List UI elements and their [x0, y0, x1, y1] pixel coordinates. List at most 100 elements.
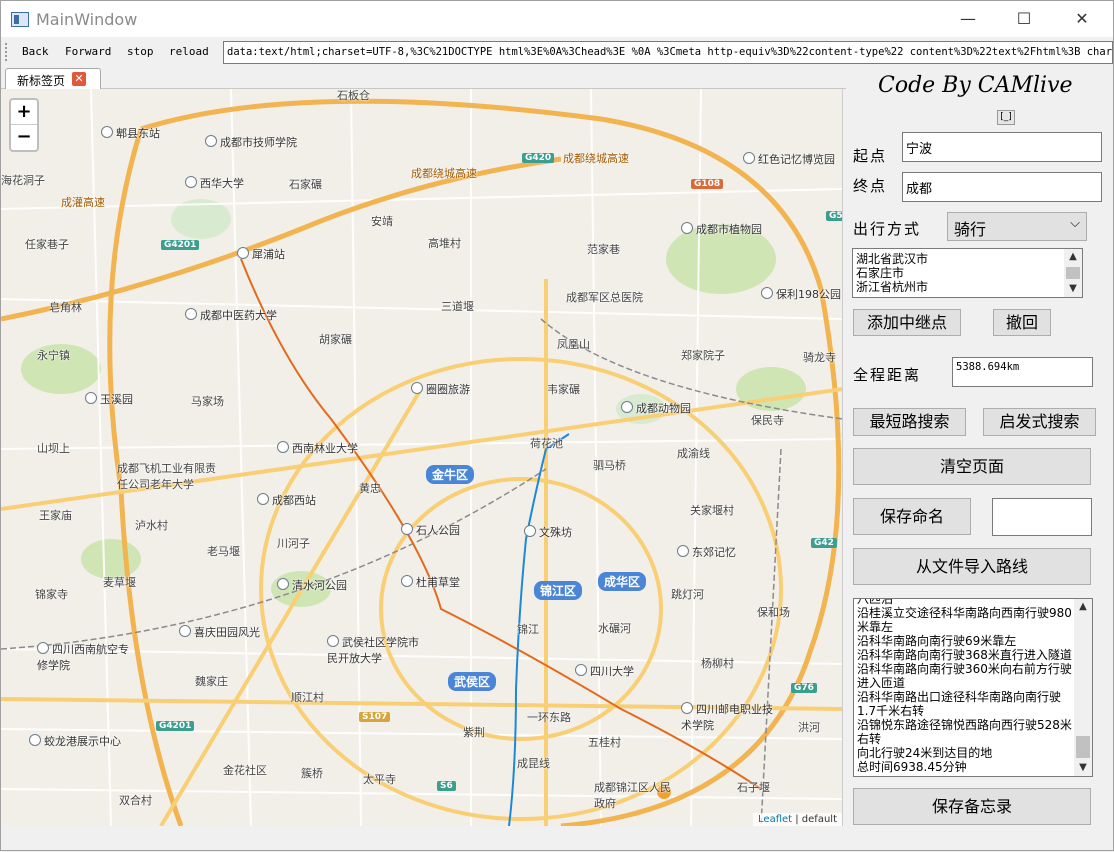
stop-button[interactable]: stop — [127, 45, 154, 58]
map-poi: 四川大学 — [575, 663, 634, 679]
zoom-control: + − — [9, 98, 39, 152]
map-poi: 四川邮电职业技术学院 — [681, 703, 773, 732]
scroll-up-icon[interactable]: ▲ — [1064, 249, 1082, 265]
list-item: 沿科华南路向南行驶368米直行进入隧道 — [857, 648, 1072, 662]
map-label: 老马堰 — [207, 545, 240, 558]
route-steps-list[interactable]: 八匹泊 沿桂溪立交途径科华南路向西南行驶980 米靠左 沿科华南路向南行驶69米… — [853, 598, 1093, 777]
waypoint-list[interactable]: 湖北省武汉市 石家庄市 浙江省杭州市 ▲ ▼ — [852, 248, 1083, 298]
map-label: 紫荆 — [463, 726, 485, 739]
shortest-search-button[interactable]: 最短路搜索 — [853, 408, 966, 436]
tab-close-icon[interactable]: ✕ — [72, 72, 86, 86]
tab-label: 新标签页 — [17, 74, 66, 88]
scroll-thumb[interactable] — [1076, 736, 1090, 758]
map-view[interactable]: + − 金牛区 锦江区 成华区 武侯区 G4201 G420 G108 G42 … — [1, 89, 843, 826]
list-item: 进入匝道 — [857, 676, 906, 690]
map-label: 石板仓 — [337, 89, 370, 102]
heuristic-search-button[interactable]: 启发式搜索 — [983, 408, 1096, 436]
map-label: 成都绕城高速 — [411, 167, 477, 180]
map-label: 泸水村 — [135, 519, 168, 532]
maximize-button[interactable]: ☐ — [1001, 1, 1047, 37]
map-poi: 东郊记忆 — [677, 544, 736, 560]
clear-page-button[interactable]: 清空页面 — [853, 448, 1091, 485]
tab-new[interactable]: 新标签页 ✕ — [5, 68, 101, 90]
map-label: 成昆线 — [517, 757, 550, 770]
forward-button[interactable]: Forward — [65, 45, 111, 58]
chevron-down-icon: ⌵ — [1070, 216, 1080, 231]
list-item: 沿科华南路向南行驶69米靠左 — [857, 634, 1017, 648]
start-label: 起点 — [853, 147, 888, 165]
map-label: 范家巷 — [587, 243, 620, 256]
road-shield: S107 — [359, 712, 391, 722]
map-label: 马家场 — [191, 395, 224, 408]
map-label: 韦家碾 — [547, 383, 580, 396]
road-shield: G108 — [691, 179, 724, 189]
map-label: 麦草堰 — [103, 576, 136, 589]
import-route-button[interactable]: 从文件导入路线 — [853, 548, 1091, 585]
scroll-up-icon[interactable]: ▲ — [1074, 599, 1092, 615]
distance-label: 全程距离 — [853, 366, 922, 384]
map-poi: 犀浦站 — [237, 246, 285, 262]
title-bar: MainWindow — ☐ ✕ — [1, 1, 1113, 37]
scroll-down-icon[interactable]: ▼ — [1064, 281, 1082, 297]
map-poi: 四川西南航空专修学院 — [37, 641, 137, 673]
waypoint-scrollbar[interactable]: ▲ ▼ — [1064, 249, 1082, 297]
map-poi: 清水河公园 — [277, 577, 347, 593]
map-label: 三道堰 — [441, 300, 474, 313]
map-poi: 郫县东站 — [101, 125, 160, 141]
mode-value: 骑行 — [954, 220, 987, 239]
list-item: 向北行驶24米到达目的地 — [857, 746, 993, 760]
list-item: 米靠左 — [857, 620, 894, 634]
add-waypoint-button[interactable]: 添加中继点 — [853, 309, 961, 336]
list-item: 1.7千米右转 — [857, 704, 925, 718]
list-item: 八匹泊 — [857, 598, 894, 606]
minimize-button[interactable]: — — [945, 1, 991, 37]
map-label: 永宁镇 — [37, 349, 70, 362]
map-poi: 喜庆田园风光 — [179, 624, 260, 640]
close-button[interactable]: ✕ — [1059, 1, 1105, 37]
save-memo-button[interactable]: 保存备忘录 — [853, 788, 1091, 825]
scroll-thumb[interactable] — [1066, 267, 1080, 279]
start-input[interactable]: 宁波 — [902, 132, 1102, 162]
route-scrollbar[interactable]: ▲ ▼ — [1074, 599, 1092, 776]
map-label: 成渝线 — [677, 447, 710, 460]
undo-button[interactable]: 撤回 — [993, 309, 1051, 336]
list-item[interactable]: 浙江省杭州市 — [853, 280, 1082, 294]
control-panel: Code By CAMlive [_] 起点 宁波 终点 成都 出行方式 骑行 … — [846, 67, 1113, 852]
travel-mode-select[interactable]: 骑行 ⌵ — [947, 212, 1087, 241]
reload-button[interactable]: reload — [169, 45, 209, 58]
scroll-down-icon[interactable]: ▼ — [1074, 760, 1092, 776]
map-label: 胡家碾 — [319, 333, 352, 346]
map-label: 成都飞机工业有限责任公司老年大学 — [117, 462, 216, 491]
map-label: 一环东路 — [527, 711, 571, 724]
map-label: 山坝上 — [37, 442, 70, 455]
map-label: 王家庙 — [39, 509, 72, 522]
back-button[interactable]: Back — [22, 45, 49, 58]
end-input[interactable]: 成都 — [902, 172, 1102, 202]
district-wuhou: 武侯区 — [448, 672, 497, 691]
map-label: 顺江村 — [291, 691, 324, 704]
map-label: 皂角林 — [49, 301, 82, 314]
map-label: 郑家院子 — [681, 349, 725, 362]
map-label: 安靖 — [371, 215, 393, 228]
list-item: 总时间6938.45分钟 — [857, 760, 967, 774]
toolbar-grip[interactable] — [5, 43, 9, 61]
map-label: 金花社区 — [223, 764, 267, 777]
district-jinjiang: 锦江区 — [534, 581, 583, 600]
map-label: 双合村 — [119, 794, 152, 807]
map-poi: 文殊坊 — [524, 524, 572, 540]
url-input[interactable]: data:text/html;charset=UTF-8,%3C%21DOCTY… — [223, 41, 1113, 64]
list-item[interactable]: 石家庄市 — [853, 266, 1082, 280]
zoom-in-button[interactable]: + — [11, 100, 37, 125]
map-poi: 成都市技师学院 — [205, 134, 297, 150]
map-label: 石子堰 — [737, 781, 770, 794]
leaflet-link[interactable]: Leaflet — [758, 814, 792, 825]
zoom-out-button[interactable]: − — [11, 125, 37, 150]
map-label: 石家碾 — [289, 178, 322, 191]
map-poi: 保利198公园 — [761, 286, 841, 302]
list-item[interactable]: 湖北省武汉市 — [853, 249, 1082, 266]
map-label: 荷花池 — [530, 437, 563, 450]
tiny-button[interactable]: [_] — [997, 110, 1015, 125]
save-name-button[interactable]: 保存命名 — [853, 498, 971, 535]
brand-title: Code By CAMlive — [878, 73, 1073, 98]
save-name-input[interactable] — [992, 498, 1092, 536]
